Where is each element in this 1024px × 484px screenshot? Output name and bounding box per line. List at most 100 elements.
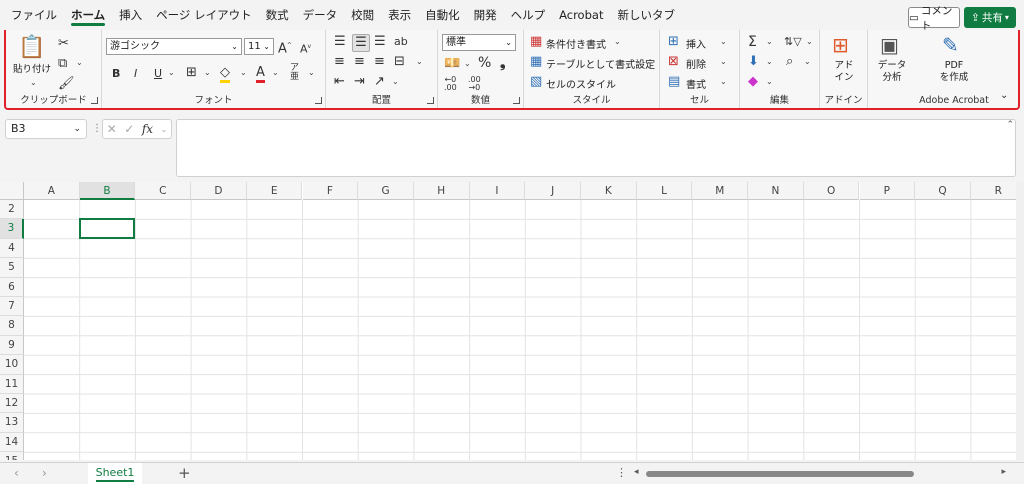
decrease-decimal-icon[interactable]: .00 →0 xyxy=(468,76,481,92)
row-header-11[interactable]: 11 xyxy=(0,374,24,394)
chevron-down-icon[interactable]: ⌄ xyxy=(720,57,727,66)
addins-icon[interactable]: ⊞ xyxy=(832,34,849,56)
dialog-launcher-icon[interactable] xyxy=(427,97,434,104)
add-sheet-icon[interactable]: + xyxy=(178,464,191,482)
chevron-down-icon[interactable]: ⌄ xyxy=(720,77,727,86)
cancel-icon[interactable]: ✕ xyxy=(107,122,117,136)
percent-icon[interactable]: % xyxy=(478,55,491,71)
row-header-12[interactable]: 12 xyxy=(0,394,24,414)
number-format-select[interactable]: 標準 ⌄ xyxy=(442,34,516,51)
font-color-icon[interactable]: A xyxy=(256,65,265,83)
tab-view[interactable]: 表示 xyxy=(381,0,418,30)
prev-sheet-icon[interactable]: ‹ xyxy=(14,466,19,480)
chevron-up-icon[interactable]: ⌃ xyxy=(1006,120,1014,130)
format-painter-icon[interactable]: 🖌 xyxy=(58,76,75,92)
borders-icon[interactable]: ⊞ xyxy=(186,65,197,81)
chevron-down-icon[interactable]: ⌄ xyxy=(30,78,37,87)
cell-gridlines[interactable] xyxy=(24,200,1016,460)
chevron-down-icon[interactable]: ⌄ xyxy=(766,77,773,86)
chevron-down-icon[interactable]: ⌄ xyxy=(204,68,211,77)
column-header-j[interactable]: J xyxy=(525,182,581,200)
row-header-8[interactable]: 8 xyxy=(0,316,24,336)
align-left-icon[interactable]: ≡ xyxy=(334,54,345,70)
comma-style-icon[interactable]: ❟ xyxy=(500,55,506,71)
tab-page-layout[interactable]: ページ レイアウト xyxy=(149,0,258,30)
conditional-format-button[interactable]: 条件付き書式 xyxy=(546,36,606,51)
dialog-launcher-icon[interactable] xyxy=(513,97,520,104)
row-header-3[interactable]: 3 xyxy=(0,219,24,239)
chevron-down-icon[interactable]: ⌄ xyxy=(308,68,315,77)
increase-indent-icon[interactable]: ⇥ xyxy=(354,74,365,90)
tab-developer[interactable]: 開発 xyxy=(467,0,504,30)
chevron-down-icon[interactable]: ⌄ xyxy=(806,37,813,46)
addins-button[interactable]: アド イン xyxy=(820,60,868,84)
chevron-down-icon[interactable]: ⌄ xyxy=(766,57,773,66)
tab-new[interactable]: 新しいタブ xyxy=(610,0,682,30)
merge-center-icon[interactable]: ⊟ xyxy=(394,54,405,70)
chevron-down-icon[interactable]: ⌄ xyxy=(240,68,247,77)
column-header-g[interactable]: G xyxy=(358,182,414,200)
format-cells-icon[interactable]: ▤ xyxy=(668,74,680,90)
row-header-6[interactable]: 6 xyxy=(0,277,24,297)
fill-color-icon[interactable]: ◇ xyxy=(220,65,230,83)
sort-filter-icon[interactable]: ⇅▽ xyxy=(784,34,802,50)
selected-cell[interactable] xyxy=(78,218,136,239)
tab-insert[interactable]: 挿入 xyxy=(112,0,149,30)
data-analysis-button[interactable]: データ 分析 xyxy=(868,60,916,84)
chevron-down-icon[interactable]: ⌄ xyxy=(644,57,651,66)
chevron-down-icon[interactable]: ⌄ xyxy=(720,37,727,46)
comment-button[interactable]: ▭ コメント xyxy=(908,5,960,32)
cut-icon[interactable]: ✂ xyxy=(58,36,69,52)
row-header-4[interactable]: 4 xyxy=(0,238,24,259)
fill-icon[interactable]: ⬇ xyxy=(748,54,759,70)
select-all-corner[interactable] xyxy=(0,182,24,200)
increase-decimal-icon[interactable]: ←0.00 xyxy=(444,76,457,92)
share-button[interactable]: ⇪ 共有 ▾ xyxy=(964,7,1016,28)
tab-formulas[interactable]: 数式 xyxy=(259,0,296,30)
increase-font-icon[interactable]: A^ xyxy=(278,38,292,57)
row-header-14[interactable]: 14 xyxy=(0,432,24,453)
chevron-down-icon[interactable]: ⌄ xyxy=(272,68,279,77)
chevron-down-icon[interactable]: ⌄ xyxy=(606,77,613,86)
chevron-down-icon[interactable]: ⌄ xyxy=(464,59,471,68)
delete-cells-icon[interactable]: ⊠ xyxy=(668,54,679,70)
column-header-m[interactable]: M xyxy=(692,182,749,200)
decrease-font-icon[interactable]: Av xyxy=(300,39,311,58)
align-right-icon[interactable]: ≡ xyxy=(374,54,385,70)
chevron-down-icon[interactable]: ⌄ xyxy=(614,37,621,46)
delete-cells-button[interactable]: 削除 xyxy=(686,56,706,71)
format-as-table-icon[interactable]: ▦ xyxy=(530,54,542,70)
column-header-n[interactable]: N xyxy=(748,182,804,200)
chevron-down-icon[interactable]: ⌄ xyxy=(804,57,811,66)
next-sheet-icon[interactable]: › xyxy=(42,466,47,480)
paste-label[interactable]: 貼り付け xyxy=(12,64,52,76)
find-select-icon[interactable]: ⌕ xyxy=(786,54,793,70)
copy-icon[interactable]: ⧉ xyxy=(58,56,67,72)
column-header-k[interactable]: K xyxy=(581,182,637,200)
dialog-launcher-icon[interactable] xyxy=(91,97,98,104)
decrease-indent-icon[interactable]: ⇤ xyxy=(334,74,345,90)
enter-icon[interactable]: ✓ xyxy=(124,122,134,136)
phonetic-icon[interactable]: ア亜 xyxy=(290,64,299,82)
tab-acrobat[interactable]: Acrobat xyxy=(552,0,610,30)
chevron-down-icon[interactable]: ⌄ xyxy=(76,58,83,67)
vertical-text-icon[interactable]: ab xyxy=(394,34,408,50)
underline-icon[interactable]: U xyxy=(154,66,162,82)
name-box[interactable]: B3 ⌄ xyxy=(5,119,87,139)
font-name-select[interactable]: 游ゴシック ⌄ xyxy=(106,38,242,55)
horizontal-scrollbar[interactable]: ◂ ▸ xyxy=(634,467,1006,478)
clear-icon[interactable]: ◆ xyxy=(748,74,758,90)
more-icon[interactable]: ⋮ xyxy=(92,123,102,134)
column-header-h[interactable]: H xyxy=(413,182,470,200)
column-header-l[interactable]: L xyxy=(636,182,693,200)
scroll-left-icon[interactable]: ◂ xyxy=(634,467,639,477)
align-bottom-icon[interactable]: ☰ xyxy=(374,34,386,50)
font-size-select[interactable]: 11 ⌄ xyxy=(244,38,274,55)
autosum-icon[interactable]: Σ xyxy=(748,34,757,50)
column-header-r[interactable]: R xyxy=(970,182,1016,200)
column-header-c[interactable]: C xyxy=(135,182,192,200)
row-header-15[interactable]: 15 xyxy=(0,452,24,460)
column-header-o[interactable]: O xyxy=(803,182,860,200)
align-middle-icon[interactable]: ☰ xyxy=(352,34,370,52)
insert-cells-icon[interactable]: ⊞ xyxy=(668,34,679,50)
